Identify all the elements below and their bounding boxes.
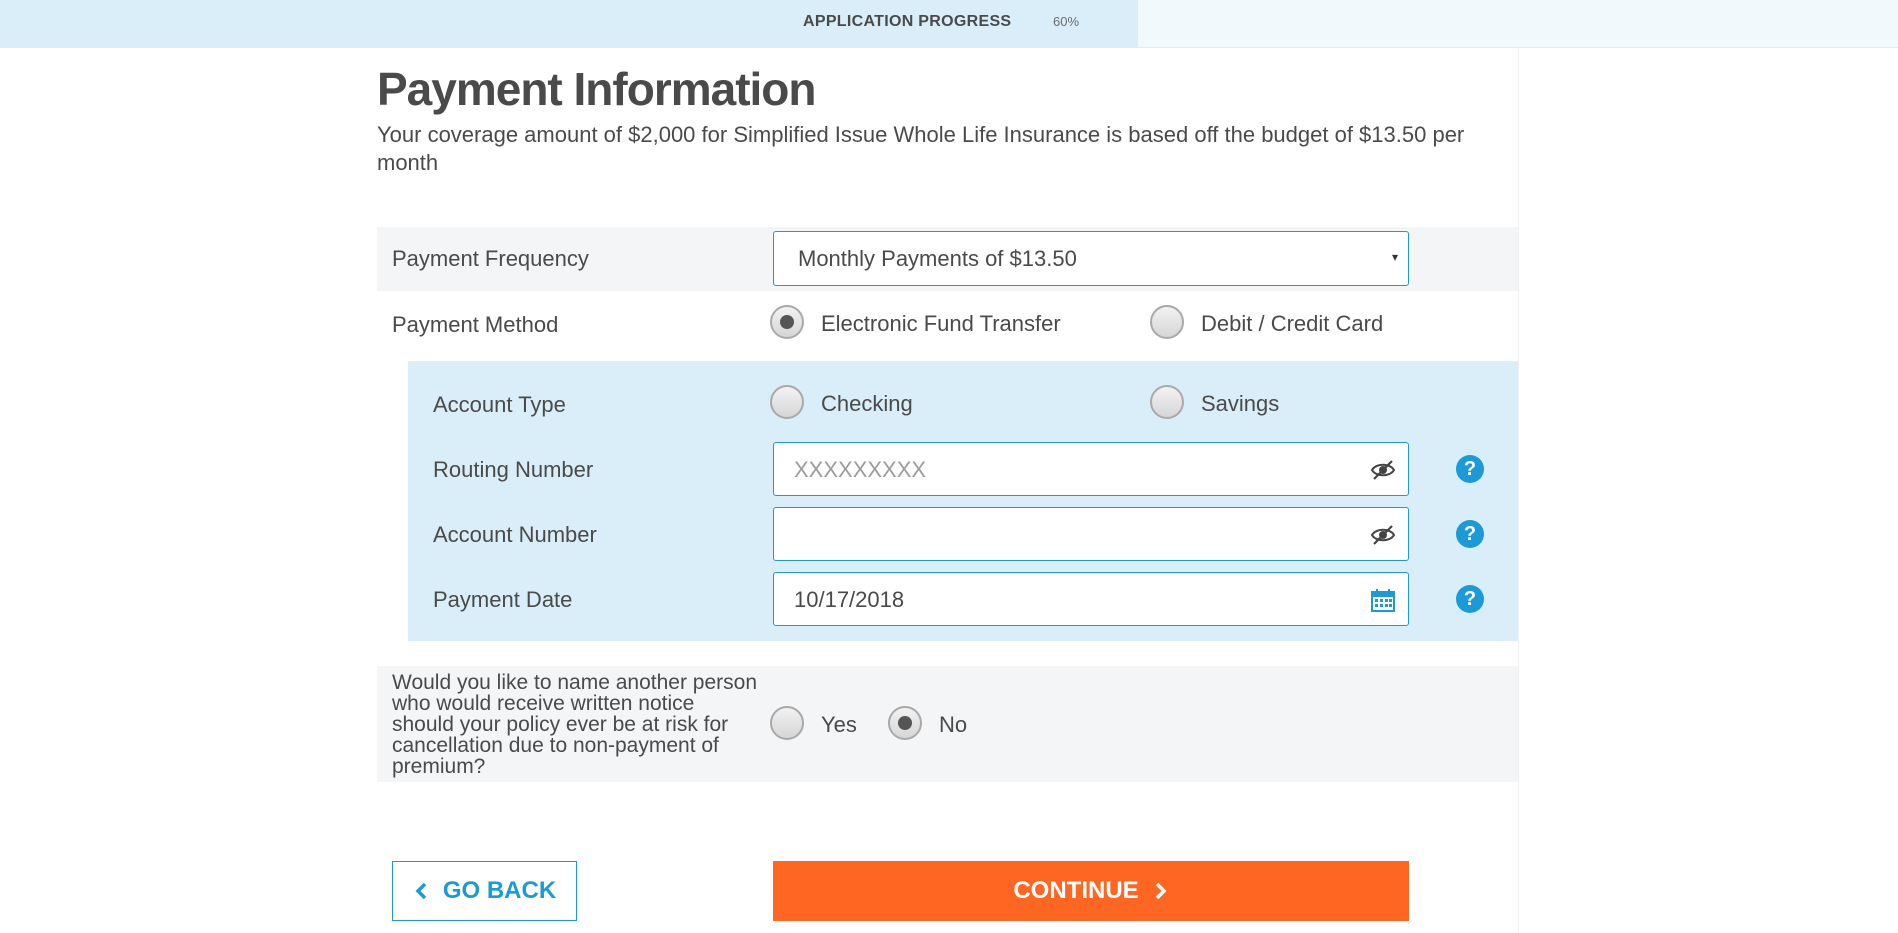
- radio-label-notice-no: No: [939, 712, 968, 737]
- payment-frequency-label: Payment Frequency: [392, 246, 589, 271]
- go-back-label: GO BACK: [442, 877, 557, 904]
- radio-label-electronic-fund-transfer: Electronic Fund Transfer: [821, 311, 1061, 336]
- radio-notice-no[interactable]: [888, 706, 922, 740]
- radio-label-savings: Savings: [1201, 391, 1280, 416]
- chevron-right-icon: [1155, 882, 1167, 900]
- column-divider: [1518, 48, 1519, 933]
- chevron-left-icon: [415, 882, 427, 900]
- payment-date-help-icon[interactable]: ?: [1456, 585, 1484, 613]
- progress-label: APPLICATION PROGRESS: [803, 13, 1012, 30]
- payment-date-value: 10/17/2018: [794, 587, 905, 612]
- payment-date-input[interactable]: 10/17/2018: [773, 572, 1409, 626]
- routing-number-label: Routing Number: [433, 457, 594, 482]
- eye-slash-icon[interactable]: [1370, 522, 1396, 548]
- radio-label-checking: Checking: [821, 391, 913, 416]
- radio-checking[interactable]: [770, 385, 804, 419]
- routing-number-help-icon[interactable]: ?: [1456, 455, 1484, 483]
- page-subtitle: Your coverage amount of $2,000 for Simpl…: [377, 122, 1465, 175]
- account-type-label: Account Type: [433, 392, 566, 417]
- calendar-icon[interactable]: [1370, 587, 1396, 613]
- go-back-button[interactable]: GO BACK: [392, 861, 577, 921]
- routing-number-input[interactable]: XXXXXXXXX: [773, 442, 1409, 496]
- radio-label-debit-credit-card: Debit / Credit Card: [1201, 311, 1384, 336]
- payment-method-label: Payment Method: [392, 312, 559, 337]
- account-number-label: Account Number: [433, 522, 597, 547]
- account-number-input[interactable]: [773, 507, 1409, 561]
- payment-date-label: Payment Date: [433, 587, 573, 612]
- continue-label: CONTINUE: [1013, 877, 1139, 904]
- radio-label-notice-yes: Yes: [821, 712, 857, 737]
- radio-electronic-fund-transfer[interactable]: [770, 305, 804, 339]
- notice-question-text: Would you like to name another person wh…: [392, 671, 757, 778]
- progress-percent: 60%: [1053, 14, 1080, 29]
- eye-slash-icon[interactable]: [1370, 457, 1396, 483]
- payment-frequency-value: Monthly Payments of $13.50: [798, 246, 1077, 271]
- dropdown-caret-icon: ▾: [1391, 250, 1398, 264]
- account-number-help-icon[interactable]: ?: [1456, 520, 1484, 548]
- radio-savings[interactable]: [1150, 385, 1184, 419]
- page-title: Payment Information: [377, 63, 817, 115]
- continue-button[interactable]: CONTINUE: [773, 861, 1409, 921]
- application-progress-bar: APPLICATION PROGRESS 60%: [0, 0, 1898, 48]
- radio-debit-credit-card[interactable]: [1150, 305, 1184, 339]
- routing-number-placeholder: XXXXXXXXX: [794, 457, 927, 482]
- radio-notice-yes[interactable]: [770, 706, 804, 740]
- payment-frequency-select[interactable]: Monthly Payments of $13.50 ▾: [773, 231, 1409, 286]
